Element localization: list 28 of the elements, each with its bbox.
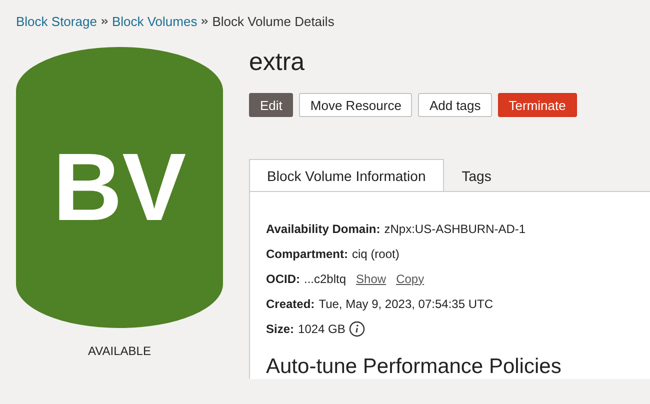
detail-link[interactable]: Show [356, 272, 386, 286]
tab[interactable]: Tags [444, 159, 510, 192]
detail-value: ...c2bltq [304, 272, 346, 286]
action-button[interactable]: Move Resource [299, 93, 412, 117]
detail-value: Tue, May 9, 2023, 07:54:35 UTC [318, 296, 494, 310]
info-icon[interactable] [349, 320, 366, 336]
detail-link[interactable]: Copy [396, 272, 424, 286]
double-chevron-icon [201, 18, 208, 25]
action-button[interactable]: Edit [249, 93, 294, 117]
tab[interactable]: Block Volume Information [249, 159, 444, 192]
detail-label: Compartment: [266, 246, 348, 260]
detail-value: 1024 GB [298, 322, 346, 336]
status-label: AVAILABLE [88, 344, 151, 358]
detail-label: Size: [266, 322, 294, 336]
double-chevron-icon [100, 18, 108, 25]
terminate-button[interactable]: Terminate [498, 93, 577, 117]
section-title: Auto-tune Performance Policies [266, 355, 562, 379]
volume-initials: BV [52, 132, 186, 242]
action-button[interactable]: Add tags [418, 93, 492, 117]
detail-value: ciq (root) [352, 246, 400, 260]
detail-label: Availability Domain: [266, 222, 380, 236]
breadcrumb-link[interactable]: Block Storage [16, 14, 97, 29]
breadcrumb-link[interactable]: Block Volumes [112, 14, 198, 29]
page-title: extra [249, 47, 306, 77]
breadcrumb-current: Block Volume Details [212, 14, 334, 29]
detail-label: OCID: [266, 272, 300, 286]
detail-label: Created: [266, 296, 315, 310]
detail-value: zNpx:US-ASHBURN-AD-1 [384, 222, 526, 236]
